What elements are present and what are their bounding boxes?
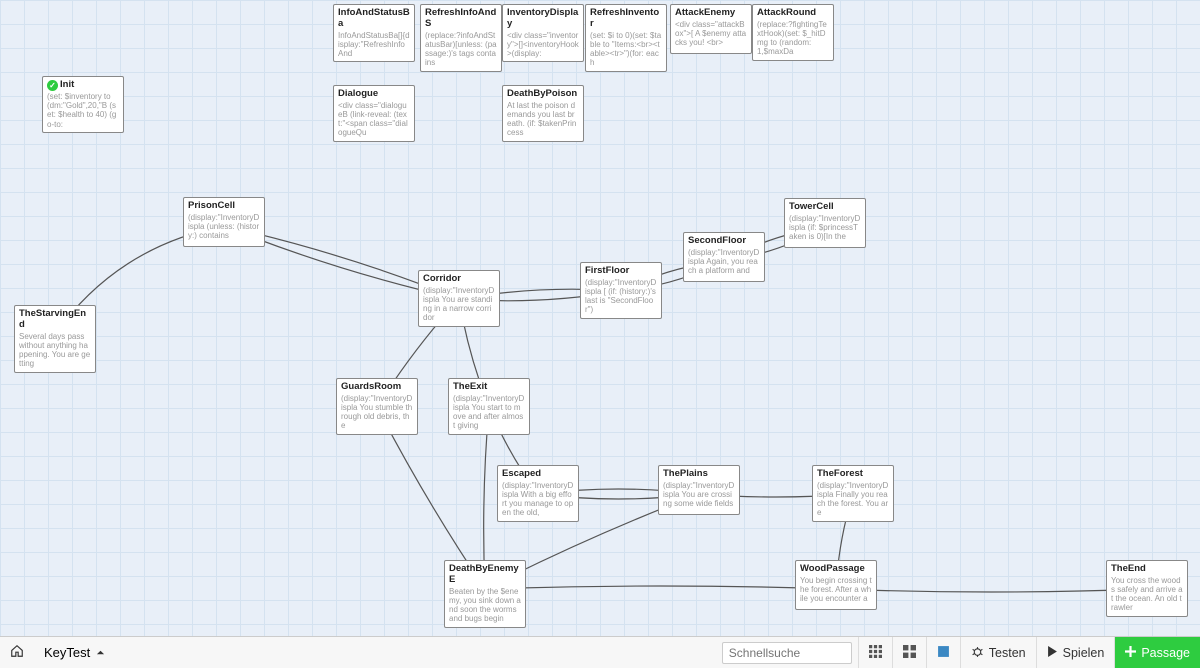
plus-icon — [1125, 646, 1136, 660]
passage-title: TheExit — [453, 382, 525, 393]
passage-excerpt: <div class="inventory">[]<inventoryHook>… — [507, 31, 579, 59]
passage-refreshinventor[interactable]: RefreshInventor(set: $i to 0)(set: $tabl… — [585, 4, 667, 72]
grid-small-button[interactable] — [858, 637, 892, 668]
passage-dialogue[interactable]: Dialogue<div class="dialogueB (link-reve… — [333, 85, 415, 142]
passage-attackenemy[interactable]: AttackEnemy<div class="attackBox">[ A $e… — [670, 4, 752, 54]
passage-theend[interactable]: TheEndYou cross the woods safely and arr… — [1106, 560, 1188, 617]
passage-excerpt: (display:"InventoryDispla [ (if: (histor… — [585, 278, 657, 315]
passage-title: ✓Init — [47, 80, 119, 91]
passage-title: InventoryDisplay — [507, 8, 579, 30]
passage-excerpt: Several days pass without anything happe… — [19, 332, 91, 369]
quicksearch-input[interactable] — [722, 642, 852, 664]
grid-small-icon — [869, 645, 882, 661]
passage-excerpt: <div class="attackBox">[ A $enemy attack… — [675, 20, 747, 48]
start-icon: ✓ — [47, 80, 58, 91]
passage-deathbypoison[interactable]: DeathByPoisonAt last the poison demands … — [502, 85, 584, 142]
passage-excerpt: (display:"InventoryDispla Again, you rea… — [688, 248, 760, 276]
passage-excerpt: (display:"InventoryDispla With a big eff… — [502, 481, 574, 518]
passage-firstfloor[interactable]: FirstFloor(display:"InventoryDispla [ (i… — [580, 262, 662, 319]
passage-title: TheForest — [817, 469, 889, 480]
test-button[interactable]: Testen — [960, 637, 1036, 668]
passage-excerpt: <div class="dialogueB (link-reveal: (tex… — [338, 101, 410, 138]
passage-title: AttackRound — [757, 8, 829, 19]
passage-excerpt: (display:"InventoryDispla Finally you re… — [817, 481, 889, 518]
add-passage-label: Passage — [1141, 646, 1190, 660]
grid-large-button[interactable] — [926, 637, 960, 668]
passage-prisoncell[interactable]: PrisonCell(display:"InventoryDispla (unl… — [183, 197, 265, 247]
passage-title: TheEnd — [1111, 564, 1183, 575]
play-icon — [1047, 646, 1058, 660]
passage-excerpt: Beaten by the $enemy, you sink down and … — [449, 587, 521, 624]
passage-excerpt: (display:"InventoryDispla You are standi… — [423, 286, 495, 323]
passage-excerpt: (replace:?infoAndStatusBar)[unless: (pas… — [425, 31, 497, 68]
passage-corridor[interactable]: Corridor(display:"InventoryDispla You ar… — [418, 270, 500, 327]
play-label: Spielen — [1063, 646, 1105, 660]
passage-title: DeathByPoison — [507, 89, 579, 100]
passage-deathbyenemye[interactable]: DeathByEnemyEBeaten by the $enemy, you s… — [444, 560, 526, 628]
passage-excerpt: (display:"InventoryDispla You stumble th… — [341, 394, 413, 431]
story-menu[interactable]: KeyTest — [34, 645, 115, 660]
passage-secondfloor[interactable]: SecondFloor(display:"InventoryDispla Aga… — [683, 232, 765, 282]
passage-title: Escaped — [502, 469, 574, 480]
passage-title: TowerCell — [789, 202, 861, 213]
passage-guardsroom[interactable]: GuardsRoom(display:"InventoryDispla You … — [336, 378, 418, 435]
grid-medium-button[interactable] — [892, 637, 926, 668]
passage-refreshinfoands[interactable]: RefreshInfoAndS(replace:?infoAndStatusBa… — [420, 4, 502, 72]
bottom-toolbar: KeyTest Testen Spielen Pass — [0, 636, 1200, 668]
passage-title: FirstFloor — [585, 266, 657, 277]
play-button[interactable]: Spielen — [1036, 637, 1115, 668]
passage-title: AttackEnemy — [675, 8, 747, 19]
passage-theforest[interactable]: TheForest(display:"InventoryDispla Final… — [812, 465, 894, 522]
passage-theplains[interactable]: ThePlains(display:"InventoryDispla You a… — [658, 465, 740, 515]
story-canvas[interactable]: ✓Init(set: $inventory to (dm:"Gold",20,"… — [0, 0, 1200, 636]
passage-thestarvingend[interactable]: TheStarvingEndSeveral days pass without … — [14, 305, 96, 373]
passage-excerpt: InfoAndStatusBa[]{display:"RefreshInfoAn… — [338, 31, 410, 59]
passage-init[interactable]: ✓Init(set: $inventory to (dm:"Gold",20,"… — [42, 76, 124, 133]
passage-infoandstatusba[interactable]: InfoAndStatusBaInfoAndStatusBa[]{display… — [333, 4, 415, 62]
passage-title: Corridor — [423, 274, 495, 285]
passage-title: InfoAndStatusBa — [338, 8, 410, 30]
passage-excerpt: (replace:?fightingTextHook)(set: $_hitDm… — [757, 20, 829, 57]
passage-excerpt: (display:"InventoryDispla You are crossi… — [663, 481, 735, 509]
passage-excerpt: (set: $i to 0)(set: $table to "Items:<br… — [590, 31, 662, 68]
passage-towercell[interactable]: TowerCell(display:"InventoryDispla (if: … — [784, 198, 866, 248]
passage-title: SecondFloor — [688, 236, 760, 247]
home-icon — [10, 644, 24, 661]
passage-title: TheStarvingEnd — [19, 309, 91, 331]
passage-excerpt: (display:"InventoryDispla (unless: (hist… — [188, 213, 260, 241]
home-button[interactable] — [0, 637, 34, 668]
passage-title: GuardsRoom — [341, 382, 413, 393]
passage-title: RefreshInfoAndS — [425, 8, 497, 30]
passage-woodpassage[interactable]: WoodPassageYou begin crossing the forest… — [795, 560, 877, 610]
grid-medium-icon — [903, 645, 916, 661]
passage-excerpt: (display:"InventoryDispla (if: $princess… — [789, 214, 861, 242]
caret-up-icon — [96, 645, 105, 660]
passage-escaped[interactable]: Escaped(display:"InventoryDispla With a … — [497, 465, 579, 522]
passage-title: ThePlains — [663, 469, 735, 480]
passage-excerpt: You begin crossing the forest. After a w… — [800, 576, 872, 604]
passage-excerpt: At last the poison demands you last brea… — [507, 101, 579, 138]
passage-title: WoodPassage — [800, 564, 872, 575]
passage-attackround[interactable]: AttackRound(replace:?fightingTextHook)(s… — [752, 4, 834, 61]
passage-title: PrisonCell — [188, 201, 260, 212]
passage-excerpt: (display:"InventoryDispla You start to m… — [453, 394, 525, 431]
add-passage-button[interactable]: Passage — [1114, 637, 1200, 668]
story-name-label: KeyTest — [44, 645, 90, 660]
grid-large-icon — [937, 645, 950, 661]
bug-icon — [971, 645, 984, 661]
passage-title: DeathByEnemyE — [449, 564, 521, 586]
passage-theexit[interactable]: TheExit(display:"InventoryDispla You sta… — [448, 378, 530, 435]
passage-excerpt: You cross the woods safely and arrive at… — [1111, 576, 1183, 613]
test-label: Testen — [989, 646, 1026, 660]
passage-title: RefreshInventor — [590, 8, 662, 30]
passage-title: Dialogue — [338, 89, 410, 100]
passage-inventorydisplay[interactable]: InventoryDisplay<div class="inventory">[… — [502, 4, 584, 62]
passage-excerpt: (set: $inventory to (dm:"Gold",20,"B (se… — [47, 92, 119, 129]
